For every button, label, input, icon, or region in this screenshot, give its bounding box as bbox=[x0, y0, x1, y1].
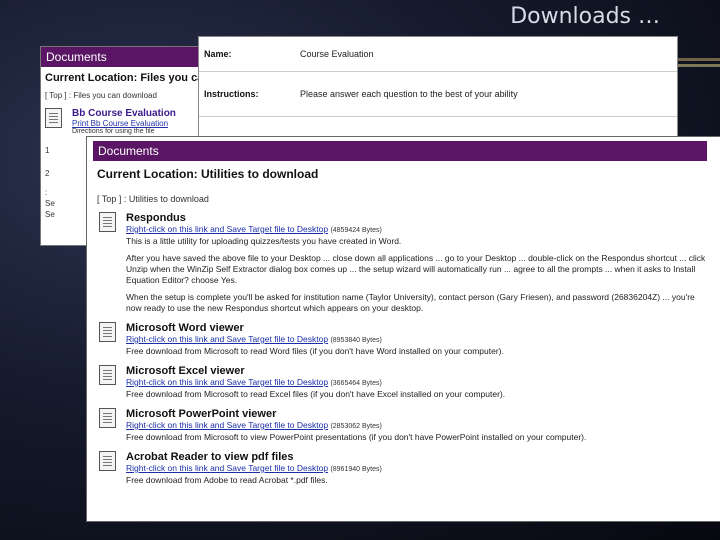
field-label: Instructions: bbox=[204, 89, 259, 99]
decorative-stripe bbox=[676, 64, 720, 67]
list-item-powerpoint-viewer: Microsoft PowerPoint viewer Right-click … bbox=[99, 408, 720, 443]
item-description: Free download from Microsoft to read Exc… bbox=[126, 389, 506, 399]
file-size: (8961940 Bytes) bbox=[330, 466, 382, 473]
breadcrumb: [ Top ] : Files you can download bbox=[45, 91, 157, 100]
file-size: (8953840 Bytes) bbox=[330, 337, 382, 344]
field-label: Name: bbox=[204, 49, 232, 59]
item-directions: Directions for using the file bbox=[72, 128, 155, 135]
decorative-stripe bbox=[676, 58, 720, 61]
form-row-instructions: Instructions: Please answer each questio… bbox=[199, 72, 677, 117]
breadcrumb: [ Top ] : Utilities to download bbox=[97, 194, 209, 204]
course-evaluation-form: Name: Course Evaluation Instructions: Pl… bbox=[198, 36, 678, 138]
document-icon bbox=[99, 451, 116, 471]
download-link[interactable]: Right-click on this link and Save Target… bbox=[126, 420, 328, 430]
list-item: Bb Course Evaluation Print Bb Course Eva… bbox=[45, 108, 212, 135]
download-link[interactable]: Right-click on this link and Save Target… bbox=[126, 224, 328, 234]
document-icon bbox=[99, 322, 116, 342]
download-link[interactable]: Right-click on this link and Save Target… bbox=[126, 334, 328, 344]
list-item-word-viewer: Microsoft Word viewer Right-click on thi… bbox=[99, 322, 720, 357]
document-icon bbox=[45, 108, 62, 128]
utilities-window: Documents Current Location: Utilities to… bbox=[86, 136, 720, 522]
item-title: Microsoft Word viewer bbox=[126, 322, 244, 334]
list-item-acrobat-reader: Acrobat Reader to view pdf files Right-c… bbox=[99, 451, 720, 486]
document-icon bbox=[99, 212, 116, 232]
item-title: Microsoft PowerPoint viewer bbox=[126, 408, 277, 420]
field-value: Course Evaluation bbox=[300, 49, 374, 59]
item-link[interactable]: Print Bb Course Evaluation bbox=[72, 119, 176, 128]
item-title[interactable]: Bb Course Evaluation bbox=[72, 108, 176, 119]
file-size: (4859424 Bytes) bbox=[330, 227, 382, 234]
download-link[interactable]: Right-click on this link and Save Target… bbox=[126, 377, 328, 387]
list-item-respondus: Respondus Right-click on this link and S… bbox=[99, 212, 720, 314]
setup-instructions: When the setup is complete you'll be ask… bbox=[126, 292, 695, 313]
slide-title: Downloads … bbox=[510, 4, 660, 29]
file-size: (2853062 Bytes) bbox=[330, 423, 382, 430]
list-item-excel-viewer: Microsoft Excel viewer Right-click on th… bbox=[99, 365, 720, 400]
current-location: Current Location: Utilities to download bbox=[97, 167, 319, 181]
download-link[interactable]: Right-click on this link and Save Target… bbox=[126, 463, 328, 473]
install-instructions: After you have saved the above file to y… bbox=[126, 253, 706, 285]
file-size: (3665464 Bytes) bbox=[330, 380, 382, 387]
item-description: Free download from Microsoft to read Wor… bbox=[126, 346, 504, 356]
form-row-name: Name: Course Evaluation bbox=[199, 37, 677, 72]
window-header: Documents bbox=[93, 141, 707, 161]
item-description: Free download from Adobe to read Acrobat… bbox=[126, 475, 328, 485]
item-description: Free download from Microsoft to view Pow… bbox=[126, 432, 587, 442]
item-description: This is a little utility for uploading q… bbox=[126, 236, 402, 246]
document-icon bbox=[99, 365, 116, 385]
current-location: Current Location: Files you ca bbox=[45, 72, 204, 84]
item-title: Respondus bbox=[126, 212, 186, 224]
window-header: Documents bbox=[41, 47, 216, 67]
field-value: Please answer each question to the best … bbox=[300, 89, 518, 99]
item-title: Acrobat Reader to view pdf files bbox=[126, 451, 294, 463]
item-title: Microsoft Excel viewer bbox=[126, 365, 245, 377]
document-icon bbox=[99, 408, 116, 428]
